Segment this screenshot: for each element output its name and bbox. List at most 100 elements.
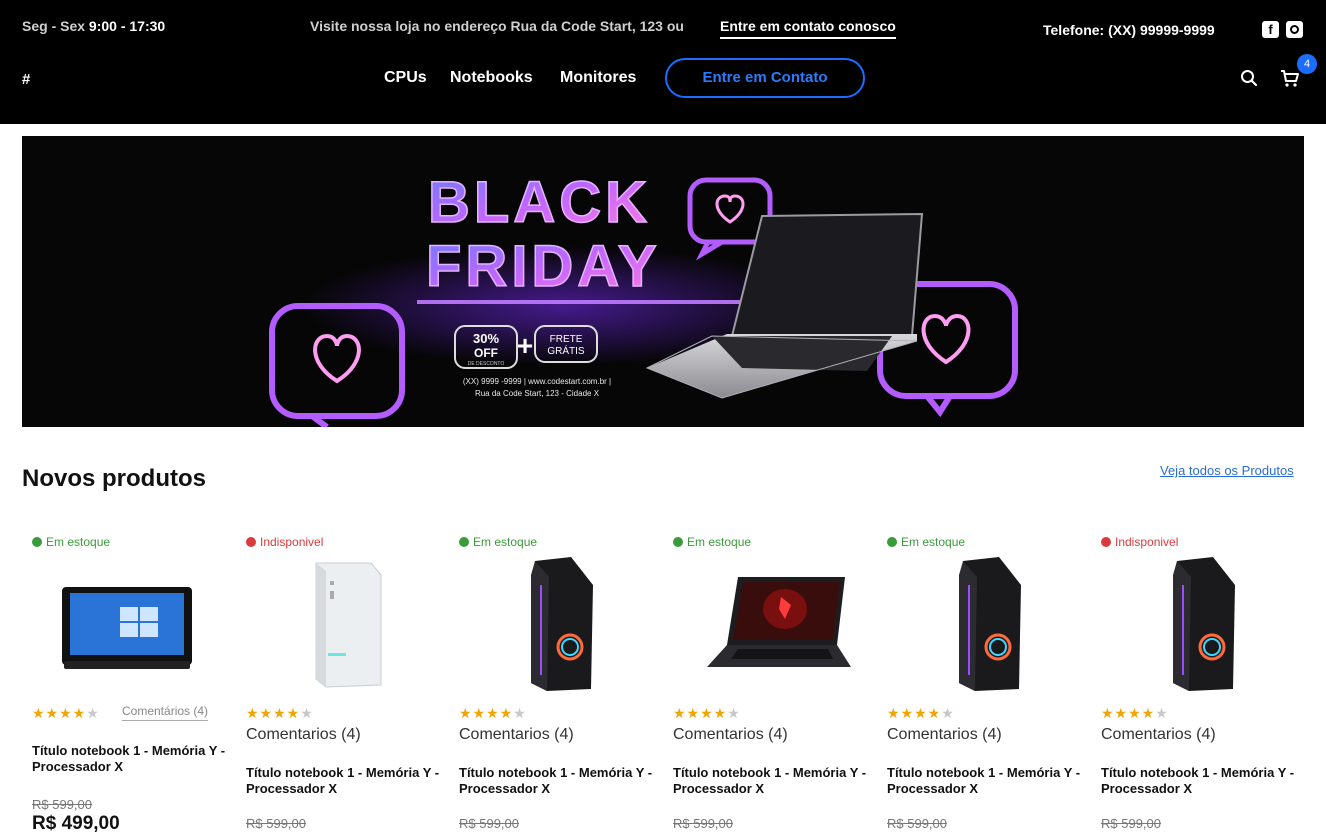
product-image[interactable] [256,555,426,695]
unavailable-icon [246,537,256,547]
product-title[interactable]: Título notebook 1 - Memória Y - Processa… [887,765,1087,797]
comments-link[interactable]: Comentarios (4) [246,726,361,744]
star-icons-filled: ★★★★ [246,705,301,721]
main-nav: # CPUs Notebooks Monitores Entre em Cont… [0,54,1326,124]
check-icon [32,537,42,547]
star-icon-empty: ★ [513,705,527,721]
star-icons-filled: ★★★★ [673,705,728,721]
star-icon-empty: ★ [300,705,314,721]
old-price: R$ 599,00 [32,797,92,812]
current-price: R$ 499,00 [32,813,120,834]
product-card[interactable]: Em estoque ★★★★★ Comentarios (4) Título … [449,530,654,831]
product-image[interactable] [469,555,639,695]
top-info-bar: Seg - Sex 9:00 - 17:30 Visite nossa loja… [0,0,1326,54]
stock-label: Em estoque [901,535,966,549]
hours-days: Seg - Sex [22,18,86,34]
product-image[interactable] [1111,555,1281,695]
comments-link[interactable]: Comentarios (4) [1101,726,1216,744]
banner-artwork: BLACK FRIDAY 30% OFF DE DESCONTO + FRETE… [22,136,1304,427]
free-shipping-line2: GRÁTIS [547,344,585,357]
cart-icon[interactable] [1280,68,1300,88]
free-shipping-line1: FRETE [550,334,583,345]
banner-title-black: BLACK [428,170,651,235]
product-image[interactable] [42,555,212,695]
rating-stars: ★★★★★ [673,705,741,722]
search-icon[interactable] [1240,69,1258,87]
product-title[interactable]: Título notebook 1 - Memória Y - Processa… [459,765,659,797]
unavailable-icon [1101,537,1111,547]
product-title[interactable]: Título notebook 1 - Memória Y - Processa… [32,743,232,775]
old-price: R$ 599,00 [246,816,306,831]
product-image[interactable] [683,555,853,695]
comments-link[interactable]: Comentarios (4) [459,726,574,744]
star-icon-empty: ★ [1155,705,1169,721]
check-icon [673,537,683,547]
black-friday-banner[interactable]: BLACK FRIDAY 30% OFF DE DESCONTO + FRETE… [22,136,1304,427]
star-icons-filled: ★★★★ [32,705,87,721]
banner-contact-line1: (XX) 9999 -9999 | www.codestart.com.br | [463,377,611,386]
discount-sub: DE DESCONTO [468,361,505,367]
comments-link[interactable]: Comentarios (4) [673,726,788,744]
rating-stars: ★★★★★ [246,705,314,722]
site-header: Seg - Sex 9:00 - 17:30 Visite nossa loja… [0,0,1326,124]
check-icon [887,537,897,547]
product-image[interactable] [897,555,1067,695]
visit-store-text: Visite nossa loja no endereço Rua da Cod… [310,18,684,34]
old-price: R$ 599,00 [1101,816,1161,831]
stock-label: Indisponivel [1115,535,1179,549]
contact-button[interactable]: Entre em Contato [665,58,865,98]
star-icons-filled: ★★★★ [887,705,942,721]
stock-status: Em estoque [673,535,751,549]
old-price: R$ 599,00 [673,816,733,831]
nav-monitores[interactable]: Monitores [560,69,636,87]
comments-link[interactable]: Comentarios (4) [887,726,1002,744]
comments-link[interactable]: Comentários (4) [122,704,209,721]
stock-status: Indisponivel [246,535,323,549]
old-price: R$ 599,00 [887,816,947,831]
check-icon [459,537,469,547]
old-price: R$ 599,00 [459,816,519,831]
star-icon-empty: ★ [941,705,955,721]
rating-stars: ★★★★★ [1101,705,1169,722]
rating-stars: ★★★★★ [32,705,100,722]
product-card[interactable]: Em estoque ★★★★★ Comentarios (4) Título … [877,530,1082,831]
product-card[interactable]: Em estoque ★★★★★ Comentarios (4) Título … [663,530,868,831]
stock-label: Em estoque [687,535,752,549]
stock-status: Em estoque [32,535,110,549]
star-icons-filled: ★★★★ [459,705,514,721]
product-title[interactable]: Título notebook 1 - Memória Y - Processa… [246,765,446,797]
star-icon-empty: ★ [86,705,100,721]
stock-status: Indisponivel [1101,535,1178,549]
plus-sign: + [517,330,533,361]
opening-hours: Seg - Sex 9:00 - 17:30 [22,18,165,34]
facebook-icon[interactable]: f [1262,21,1279,38]
section-title: Novos produtos [22,465,206,492]
cart-count-badge: 4 [1297,54,1317,74]
contact-us-link[interactable]: Entre em contato conosco [720,18,896,39]
product-card[interactable]: Indisponivel ★★★★★ Comentarios (4) Títul… [1091,530,1296,831]
logo-placeholder[interactable]: # [22,71,30,88]
stock-status: Em estoque [887,535,965,549]
instagram-icon[interactable] [1286,21,1303,38]
discount-value: 30% [473,331,499,346]
star-icons-filled: ★★★★ [1101,705,1156,721]
rating-stars: ★★★★★ [887,705,955,722]
banner-title-friday: FRIDAY [426,234,661,299]
product-title[interactable]: Título notebook 1 - Memória Y - Processa… [673,765,873,797]
nav-cpus[interactable]: CPUs [384,69,427,87]
banner-contact-line2: Rua da Code Start, 123 - Cidade X [475,389,600,398]
phone-number: Telefone: (XX) 99999-9999 [1043,22,1215,38]
stock-status: Em estoque [459,535,537,549]
discount-off: OFF [474,346,498,360]
hours-time: 9:00 - 17:30 [88,18,166,34]
stock-label: Em estoque [46,535,111,549]
stock-label: Indisponivel [260,535,324,549]
rating-stars: ★★★★★ [459,705,527,722]
product-title[interactable]: Título notebook 1 - Memória Y - Processa… [1101,765,1301,797]
star-icon-empty: ★ [727,705,741,721]
product-card[interactable]: Em estoque ★★★★★ Comentários (4) Título … [22,530,227,834]
see-all-products-link[interactable]: Veja todos os Produtos [1160,463,1294,478]
nav-notebooks[interactable]: Notebooks [450,69,533,87]
stock-label: Em estoque [473,535,538,549]
product-card[interactable]: Indisponivel ★★★★★ Comentarios (4) Títul… [236,530,441,831]
